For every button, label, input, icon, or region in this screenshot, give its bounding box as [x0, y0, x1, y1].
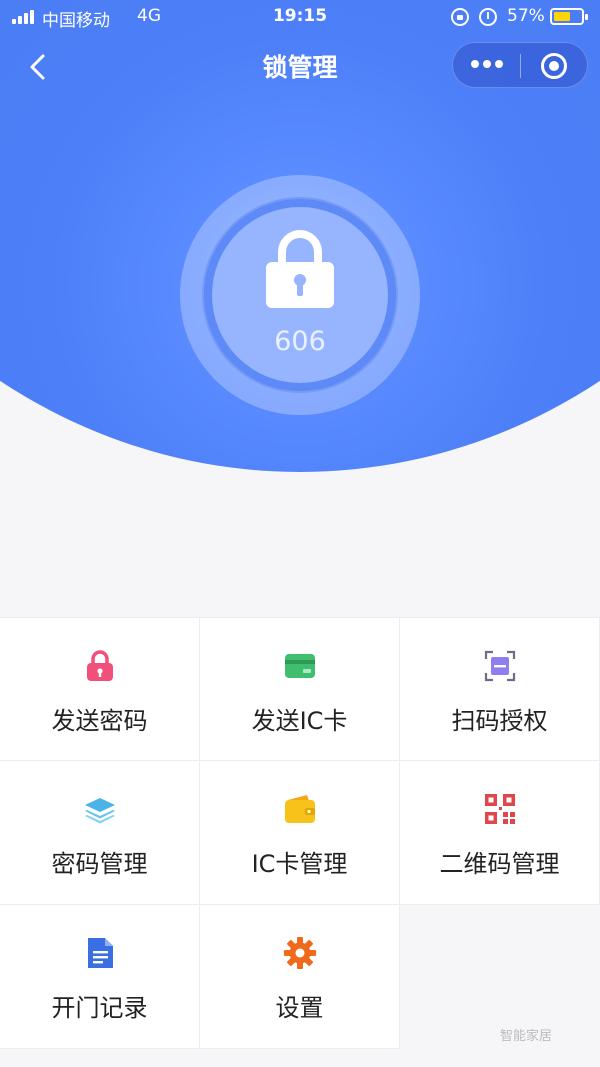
- menu-label: 二维码管理: [439, 850, 560, 878]
- pink-lock-icon: [87, 650, 113, 681]
- menu-label: IC卡管理: [251, 850, 348, 878]
- watermark-text: 智能家居: [500, 1029, 553, 1044]
- menu-label: 开门记录: [51, 994, 148, 1022]
- gear-icon: [284, 937, 316, 969]
- menu-password-management[interactable]: 密码管理: [0, 761, 200, 905]
- close-miniprogram-icon[interactable]: [541, 53, 567, 79]
- miniprogram-capsule: [452, 42, 588, 88]
- green-card-icon: [285, 654, 315, 678]
- menu-unlock-records[interactable]: 开门记录: [0, 905, 200, 1049]
- scan-icon: [484, 650, 516, 682]
- wallet-icon: [285, 795, 315, 823]
- layers-icon: [85, 798, 115, 824]
- orientation-lock-icon: [451, 8, 469, 26]
- menu-label: 设置: [275, 994, 324, 1022]
- padlock-icon: [266, 230, 334, 308]
- qr-code-icon: [485, 794, 515, 824]
- more-icon[interactable]: [471, 60, 503, 70]
- lock-number: 606: [274, 326, 326, 357]
- alarm-icon: [479, 8, 497, 26]
- menu-send-ic-card[interactable]: 发送IC卡: [200, 617, 400, 761]
- menu-label: 发送IC卡: [251, 707, 348, 735]
- battery-icon: [550, 8, 588, 25]
- battery-percent: 57%: [507, 6, 545, 26]
- menu-settings[interactable]: 设置: [200, 905, 400, 1049]
- menu-ic-card-management[interactable]: IC卡管理: [200, 761, 400, 905]
- menu-label: 发送密码: [51, 707, 148, 735]
- header-banner: 中国移动 4G 19:15 57% 锁管理 606: [0, 0, 600, 472]
- capsule-divider: [520, 54, 521, 78]
- menu-label: 密码管理: [51, 850, 148, 878]
- document-icon: [88, 938, 113, 968]
- status-bar: 中国移动 4G 19:15 57%: [0, 0, 600, 34]
- menu-send-password[interactable]: 发送密码: [0, 617, 200, 761]
- menu-qr-code-management[interactable]: 二维码管理: [400, 761, 600, 905]
- menu-scan-authorize[interactable]: 扫码授权: [400, 617, 600, 761]
- menu-label: 扫码授权: [451, 707, 548, 735]
- function-grid: 发送密码 发送IC卡 扫码授权 密码管理 IC卡管理 二维码管理 开门记录 设置: [0, 617, 600, 1049]
